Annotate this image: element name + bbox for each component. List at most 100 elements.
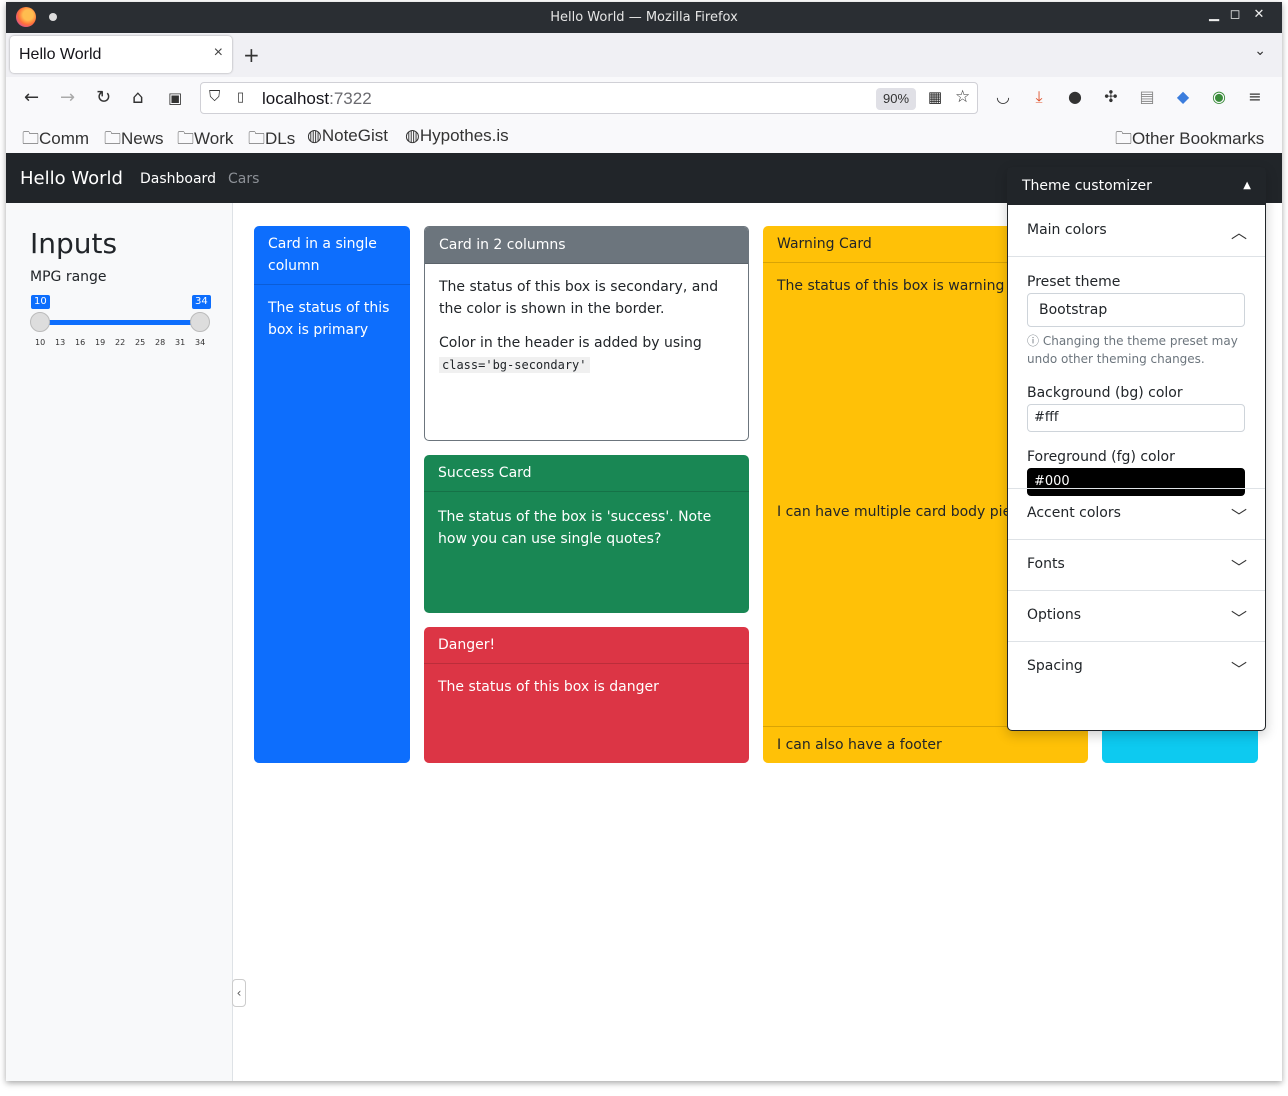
preset-help-text: ⓘ Changing the theme preset may undo oth… xyxy=(1027,334,1238,366)
theme-customizer-header[interactable]: Theme customizer ▲ xyxy=(1008,168,1265,205)
bookmark-dls[interactable]: 🗀DLs xyxy=(248,126,295,155)
card-header: Card in 2 columns xyxy=(425,227,748,264)
slider-low-handle[interactable] xyxy=(30,312,50,332)
nav-dashboard[interactable]: Dashboard xyxy=(140,171,216,187)
bookmark-star-icon[interactable]: ☆ xyxy=(955,87,970,107)
preset-theme-select[interactable]: Bootstrap xyxy=(1027,293,1245,327)
app-viewport: Hello World Dashboard Cars Inputs MPG ra… xyxy=(6,153,1282,1081)
other-bookmarks[interactable]: 🗀Other Bookmarks xyxy=(1115,126,1264,155)
folder-icon: 🗀 xyxy=(177,129,194,148)
sidebar: Inputs MPG range 10 34 10 13 16 19 22 25… xyxy=(6,203,233,1081)
folder-icon: 🗀 xyxy=(1115,129,1132,148)
accordion-title: Fonts xyxy=(1027,556,1065,572)
bookmark-notegist[interactable]: ◍NoteGist xyxy=(307,126,388,146)
browser-tab[interactable]: Hello World × xyxy=(10,36,232,73)
slider-tick: 13 xyxy=(55,338,66,347)
page-icon: ▯ xyxy=(237,89,245,104)
card-text: The status of this box is secondary, and… xyxy=(439,279,719,317)
url-bar[interactable]: ⛉ ▯ localhost:7322 90% ▦ ☆ xyxy=(200,82,978,114)
hamburger-menu-icon[interactable]: ≡ xyxy=(1245,87,1265,106)
extension-diamond-icon[interactable]: ◆ xyxy=(1173,87,1193,106)
bookmark-hypothesis[interactable]: ◍Hypothes.is xyxy=(405,126,509,146)
window-title: Hello World — Mozilla Firefox xyxy=(550,10,738,25)
extension-s-icon[interactable]: ● xyxy=(1065,87,1085,106)
chevron-down-icon: ﹀ xyxy=(1230,507,1247,526)
reload-icon[interactable]: ↻ xyxy=(96,87,111,108)
card-body: The status of this box is danger xyxy=(438,679,659,695)
accordion-options[interactable]: Options ﹀ xyxy=(1008,590,1265,641)
theme-customizer-panel: Theme customizer ▲ Main colors ︿ Preset … xyxy=(1007,167,1266,731)
slider-tick: 31 xyxy=(175,338,186,347)
card-secondary: Card in 2 columns The status of this box… xyxy=(424,226,749,441)
bookmark-comm[interactable]: 🗀Comm xyxy=(22,126,89,155)
code-snippet: class='bg-secondary' xyxy=(439,357,590,373)
slider-tick: 16 xyxy=(75,338,86,347)
slider-high-handle[interactable] xyxy=(190,312,210,332)
home-icon[interactable]: ⌂ xyxy=(132,87,143,108)
slider-tick: 28 xyxy=(155,338,166,347)
back-icon[interactable]: ← xyxy=(24,87,39,108)
screenshot-icon[interactable]: ▣ xyxy=(168,89,182,107)
shield-icon[interactable]: ⛉ xyxy=(209,88,220,105)
list-all-tabs-icon[interactable]: ⌄ xyxy=(1254,43,1266,59)
chevron-down-icon: ﹀ xyxy=(1230,558,1247,577)
slider-tick: 10 xyxy=(35,338,46,347)
card-header: Danger! xyxy=(424,627,749,664)
fg-color-label: Foreground (fg) color xyxy=(1027,449,1175,465)
mpg-range-slider[interactable]: 10 34 10 13 16 19 22 25 28 31 34 xyxy=(30,295,214,355)
card-header: Success Card xyxy=(424,455,749,492)
bg-color-input[interactable]: #fff xyxy=(1027,404,1245,432)
close-window-button[interactable]: ✕ xyxy=(1249,7,1269,22)
accordion-accent-colors[interactable]: Accent colors ﹀ xyxy=(1008,488,1265,539)
qr-code-icon[interactable]: ▦ xyxy=(928,88,942,106)
tab-close-icon[interactable]: × xyxy=(214,44,223,62)
slider-tick: 34 xyxy=(195,338,206,347)
accordion-fonts[interactable]: Fonts ﹀ xyxy=(1008,539,1265,590)
caret-up-icon: ▲ xyxy=(1243,180,1251,191)
bookmark-news[interactable]: 🗀News xyxy=(104,126,164,155)
card-body: I can have multiple card body pieces! xyxy=(777,504,1041,520)
folder-icon: 🗀 xyxy=(248,129,265,148)
card-text: Color in the header is added by using xyxy=(439,335,702,351)
chevron-up-icon: ︿ xyxy=(1230,223,1247,242)
extension-shield-icon[interactable]: ◉ xyxy=(1209,87,1229,106)
globe-icon: ◍ xyxy=(405,126,420,145)
forward-icon[interactable]: → xyxy=(60,87,75,108)
sidebar-collapse-button[interactable]: ‹ xyxy=(232,979,246,1007)
card-danger: Danger! The status of this box is danger xyxy=(424,627,749,763)
new-tab-button[interactable]: + xyxy=(243,43,260,67)
tab-title: Hello World xyxy=(19,46,102,63)
globe-icon: ◍ xyxy=(307,126,322,145)
bookmark-work[interactable]: 🗀Work xyxy=(177,126,233,155)
app-brand[interactable]: Hello World xyxy=(20,168,123,189)
accordion-title: Spacing xyxy=(1027,658,1083,674)
slider-low-value: 10 xyxy=(31,295,50,309)
chevron-down-icon: ﹀ xyxy=(1230,609,1247,628)
browser-toolbar: ← → ↻ ⌂ ▣ ⛉ ▯ localhost:7322 90% ▦ ☆ ◡ ⤓… xyxy=(6,77,1282,119)
nav-cars[interactable]: Cars xyxy=(228,171,259,187)
slider-tick: 19 xyxy=(95,338,106,347)
url-text: localhost:7322 xyxy=(262,89,372,108)
zoom-level-button[interactable]: 90% xyxy=(876,88,916,110)
theme-customizer-title: Theme customizer xyxy=(1022,178,1152,194)
title-bar: Hello World — Mozilla Firefox ▁ ◻ ✕ xyxy=(6,2,1282,33)
pocket-icon[interactable]: ◡ xyxy=(993,87,1013,106)
downloads-icon[interactable]: ⤓ xyxy=(1029,87,1049,107)
card-footer: I can also have a footer xyxy=(763,726,1088,763)
card-primary: Card in a single column The status of th… xyxy=(254,226,410,763)
preset-theme-label: Preset theme xyxy=(1027,274,1121,290)
main-colors-body: Preset theme Bootstrap ⓘ Changing the th… xyxy=(1008,256,1265,496)
extensions-puzzle-icon[interactable]: ✣ xyxy=(1101,87,1121,106)
tab-bar: Hello World × + ⌄ xyxy=(6,33,1282,77)
card-success: Success Card The status of the box is 's… xyxy=(424,455,749,613)
accordion-main-colors[interactable]: Main colors ︿ xyxy=(1008,205,1265,256)
card-body: The status of this box is primary xyxy=(268,300,390,338)
minimize-button[interactable]: ▁ xyxy=(1204,7,1224,22)
slider-track[interactable] xyxy=(40,320,200,325)
accordion-spacing[interactable]: Spacing ﹀ xyxy=(1008,641,1265,692)
accordion-title: Accent colors xyxy=(1027,505,1121,521)
card-body: The status of this box is secondary, and… xyxy=(425,264,748,388)
maximize-button[interactable]: ◻ xyxy=(1225,7,1245,22)
folder-icon: 🗀 xyxy=(104,129,121,148)
reader-icon[interactable]: ▤ xyxy=(1137,87,1157,106)
